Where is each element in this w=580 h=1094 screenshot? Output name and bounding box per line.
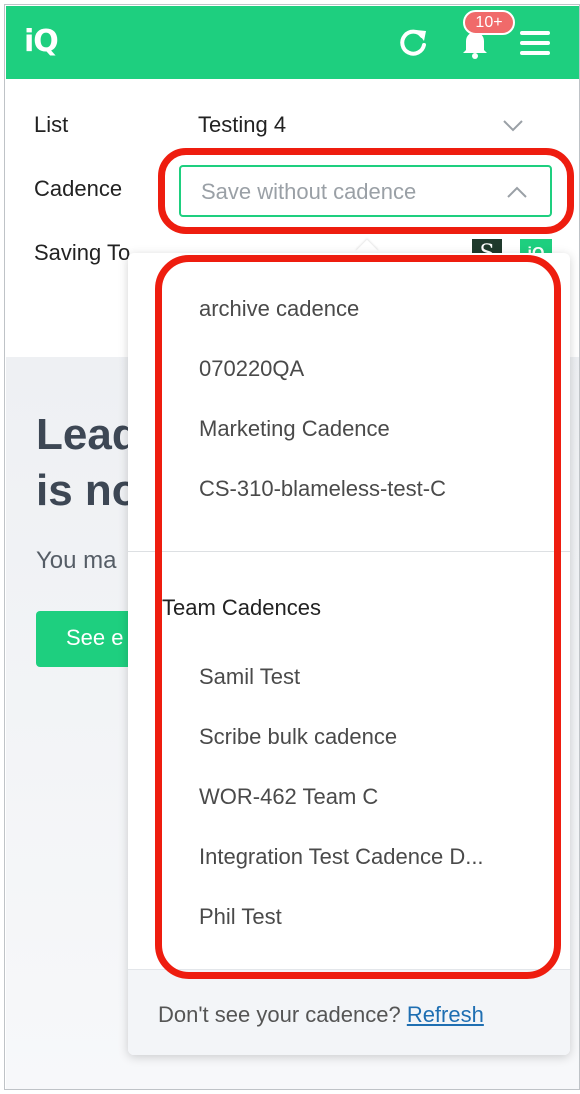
background-heading-line1: Lead — [36, 410, 139, 459]
list-label: List — [34, 112, 69, 137]
background-heading: Lead is no — [36, 407, 139, 519]
refresh-link[interactable]: Refresh — [407, 1002, 484, 1027]
background-heading-line2: is no — [36, 466, 139, 515]
app-logo[interactable]: iQ — [24, 24, 59, 59]
top-bar: iQ 10+ — [6, 6, 579, 79]
chevron-down-icon[interactable] — [502, 119, 524, 133]
highlight-dropdown-list — [155, 255, 561, 979]
highlight-cadence-select — [158, 148, 574, 234]
background-subtext: You ma — [36, 547, 117, 574]
footer-message: Don't see your cadence? Refresh — [158, 1002, 484, 1028]
notification-badge: 10+ — [463, 10, 515, 35]
saving-to-label: Saving To — [34, 240, 131, 265]
refresh-icon[interactable] — [396, 26, 430, 60]
dropdown-footer: Don't see your cadence? Refresh — [128, 969, 570, 1055]
footer-prompt: Don't see your cadence? — [158, 1002, 407, 1027]
menu-icon[interactable] — [518, 28, 552, 58]
app-frame: iQ 10+ List Testing 4 Cadence Save witho… — [4, 4, 580, 1090]
list-select[interactable]: Testing 4 — [198, 112, 286, 138]
cadence-label: Cadence — [34, 176, 123, 201]
